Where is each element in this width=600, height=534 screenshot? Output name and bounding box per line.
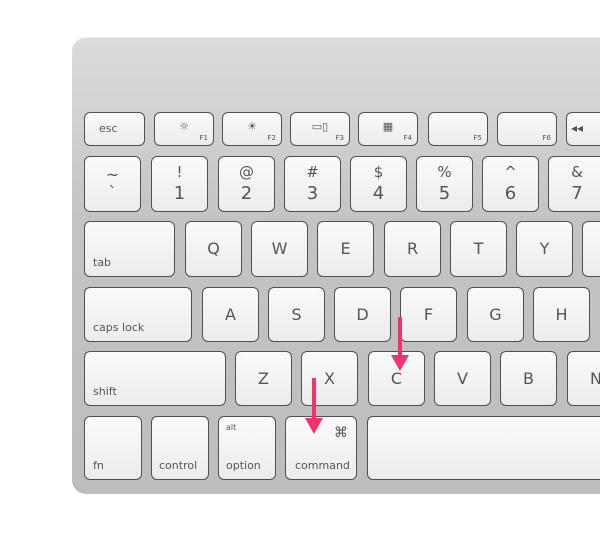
key-caps-lock[interactable]: caps lock [84,287,192,342]
key-tab[interactable]: tab [84,221,175,277]
key-label: ▦ [382,120,394,133]
key-backtick[interactable]: ~ ` [84,156,141,212]
key-s[interactable]: S [268,287,325,342]
key-f1[interactable]: F1 ☼ [154,112,214,146]
key-label: shift [93,385,117,398]
key-label: Z [258,369,269,388]
key-label: G [489,305,502,324]
key-label: F3 [335,134,344,142]
key-label: ~ [105,165,120,184]
key-label: Q [207,239,220,258]
key-label: Y [539,239,550,258]
key-label: fn [93,459,104,472]
key-label: H [555,305,568,324]
key-option[interactable]: alt option [218,416,276,480]
key-label: 5 [438,183,451,204]
arrow-down-icon [305,378,323,434]
key-label: alt [226,423,237,432]
key-z[interactable]: Z [235,351,292,406]
key-label: command [295,459,350,472]
key-4[interactable]: $4 [350,156,407,212]
key-label: V [457,369,468,388]
key-label: ◂◂ [571,121,584,135]
key-f7[interactable]: ◂◂ [566,112,600,146]
key-label: 6 [504,183,517,204]
key-label: $ [373,163,384,181]
key-f5[interactable]: F5 [428,112,488,146]
key-1[interactable]: ! 1 [151,156,208,212]
key-label: F5 [473,134,482,142]
key-q[interactable]: Q [185,221,242,277]
key-a[interactable]: A [202,287,259,342]
key-label: B [523,369,534,388]
key-h[interactable]: H [533,287,590,342]
key-label: R [406,239,419,258]
key-label: 2 [240,183,253,204]
key-5[interactable]: % 5 [416,156,473,212]
key-label: @ [239,163,254,181]
key-f2[interactable]: F2 ☀ [222,112,282,146]
key-shift[interactable]: shift [84,351,226,406]
key-label: # [306,163,319,181]
key-label: ☀ [247,120,257,133]
key-label: 4 [372,183,385,204]
key-label: ! [176,163,183,181]
key-d[interactable]: D [334,287,391,342]
key-6[interactable]: ^ 6 [482,156,539,212]
key-2[interactable]: @2 [218,156,275,212]
key-n[interactable]: N [567,351,600,406]
key-y[interactable]: Y [516,221,573,277]
key-label: % [437,163,452,181]
key-label: F1 [199,134,208,142]
key-label: esc [99,122,118,135]
key-label: ☼ [179,120,189,133]
key-w[interactable]: W [251,221,308,277]
key-v[interactable]: V [434,351,491,406]
key-label: control [159,459,198,472]
key-label: ▭▯ [311,120,329,133]
key-label: ^ [504,163,517,181]
key-label: E [340,239,351,258]
key-label: 3 [306,183,319,204]
key-space[interactable] [367,416,600,480]
key-label: N [590,369,600,388]
key-label: ` [108,183,117,202]
key-b[interactable]: B [500,351,557,406]
key-label: A [225,305,236,324]
key-label: 1 [173,183,186,204]
key-u[interactable] [582,221,600,277]
key-label: tab [93,256,112,269]
key-e[interactable]: E [317,221,374,277]
key-label: ⌘ [334,425,348,441]
key-g[interactable]: G [467,287,524,342]
key-f6[interactable]: F6 [497,112,557,146]
key-f4[interactable]: F4 ▦ [358,112,418,146]
arrow-down-icon [391,317,409,371]
key-label: F4 [403,134,412,142]
key-3[interactable]: #3 [284,156,341,212]
key-7[interactable]: & 7 [548,156,600,212]
key-label: F2 [267,134,276,142]
key-control[interactable]: control [151,416,209,480]
key-label: & [571,163,583,181]
arrow-to-command [305,378,323,434]
key-esc[interactable]: esc [84,112,145,146]
key-label: caps lock [93,321,145,334]
key-r[interactable]: R [384,221,441,277]
arrow-to-c [391,317,409,371]
key-label: F6 [542,134,551,142]
key-f3[interactable]: F3 ▭▯ [290,112,350,146]
key-label: 7 [571,183,583,204]
key-fn[interactable]: fn [84,416,142,480]
key-label: D [356,305,369,324]
key-label: T [473,239,484,258]
key-label: S [291,305,302,324]
key-label: W [271,239,288,258]
key-t[interactable]: T [450,221,507,277]
key-label: option [226,459,261,472]
